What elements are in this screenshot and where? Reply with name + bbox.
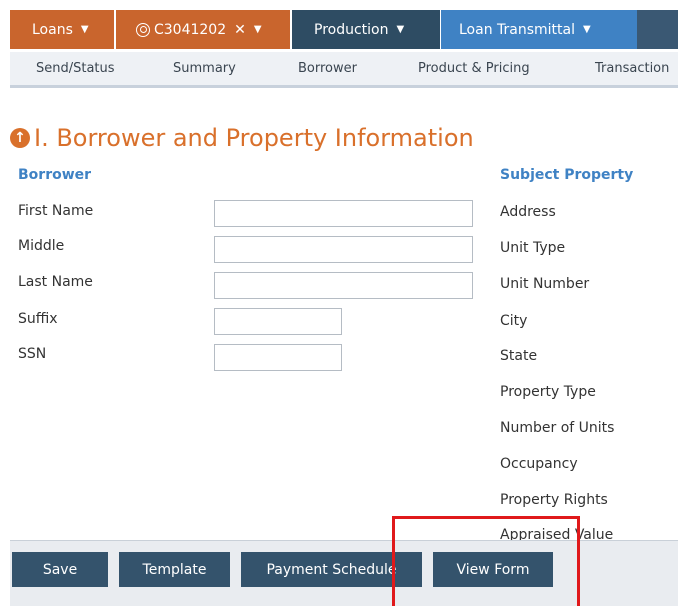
user-circle-icon (136, 22, 150, 37)
subnav-product-pricing[interactable]: Product & Pricing (418, 61, 530, 76)
section-title-text: I. Borrower and Property Information (34, 124, 474, 152)
property-address-label: Address (500, 204, 556, 220)
property-occupancy-label: Occupancy (500, 456, 578, 472)
tab-loan-transmittal-label: Loan Transmittal (459, 21, 575, 38)
chevron-down-icon: ▼ (583, 24, 591, 35)
ssn-input[interactable] (214, 344, 342, 371)
ssn-label: SSN (18, 346, 47, 362)
property-state-label: State (500, 348, 538, 364)
property-number-of-units-label: Number of Units (500, 420, 615, 436)
tab-loans[interactable]: Loans ▼ (10, 10, 114, 49)
first-name-input[interactable] (214, 200, 473, 227)
suffix-input[interactable] (214, 308, 342, 335)
property-unit-number-label: Unit Number (500, 276, 590, 292)
suffix-label: Suffix (18, 311, 58, 327)
payment-schedule-button[interactable]: Payment Schedule (241, 552, 422, 587)
subnav-transaction[interactable]: Transaction (595, 61, 669, 76)
subnav-summary[interactable]: Summary (173, 61, 236, 76)
collapse-up-icon[interactable]: ↑ (10, 128, 30, 148)
tab-loan-transmittal[interactable]: Loan Transmittal ▼ (441, 10, 637, 49)
property-city-label: City (500, 313, 528, 329)
view-form-button[interactable]: View Form (433, 552, 553, 587)
close-icon[interactable]: ✕ (234, 22, 246, 38)
borrower-heading: Borrower (18, 167, 92, 183)
section-title: ↑ I. Borrower and Property Information (10, 124, 474, 152)
subnav-send-status[interactable]: Send/Status (36, 61, 115, 76)
tab-production-label: Production (314, 21, 389, 38)
middle-name-input[interactable] (214, 236, 473, 263)
property-rights-label: Property Rights (500, 492, 608, 508)
last-name-label: Last Name (18, 274, 93, 290)
property-type-label: Property Type (500, 384, 596, 400)
chevron-down-icon: ▼ (80, 24, 89, 35)
action-button-bar: Save Template Payment Schedule View Form (0, 540, 678, 606)
template-button[interactable]: Template (119, 552, 230, 587)
chevron-down-icon: ▼ (396, 24, 405, 35)
top-tab-bar: Loans ▼ C3041202 ✕ ▼ Production ▼ Loan T… (0, 0, 678, 49)
sub-navigation: Send/Status Summary Borrower Product & P… (10, 52, 678, 88)
tab-client-label: C3041202 (154, 21, 227, 38)
chevron-down-icon[interactable]: ▼ (254, 24, 262, 35)
save-button[interactable]: Save (12, 552, 108, 587)
tab-loans-label: Loans (32, 21, 73, 38)
tab-client[interactable]: C3041202 ✕ ▼ (116, 10, 290, 49)
property-unit-type-label: Unit Type (500, 240, 566, 256)
subnav-borrower[interactable]: Borrower (298, 61, 357, 76)
first-name-label: First Name (18, 203, 94, 219)
subject-property-heading: Subject Property (500, 167, 634, 183)
tab-production[interactable]: Production ▼ (292, 10, 440, 49)
tab-bar-filler (637, 10, 678, 49)
last-name-input[interactable] (214, 272, 473, 299)
middle-name-label: Middle (18, 238, 65, 254)
